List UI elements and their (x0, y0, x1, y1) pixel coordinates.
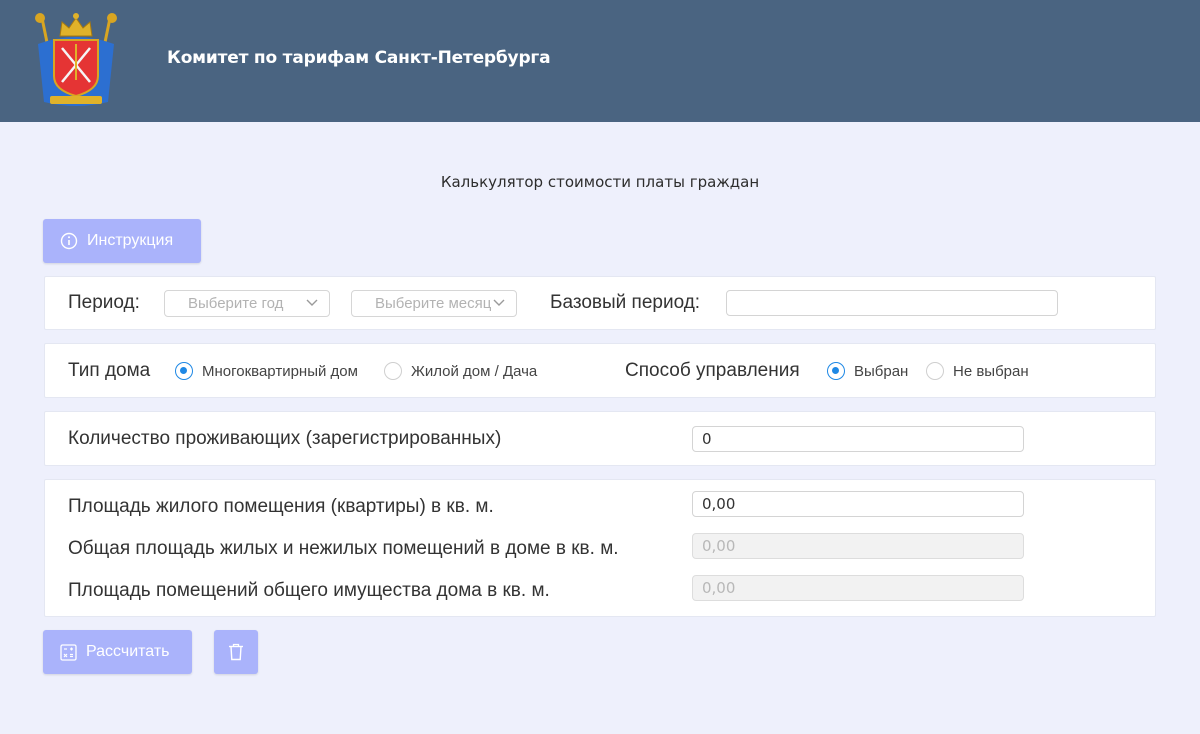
calculate-button[interactable]: Рассчитать (43, 630, 192, 674)
residents-label: Количество проживающих (зарегистрированн… (68, 428, 502, 449)
chevron-down-icon (493, 299, 505, 306)
period-label: Период: (68, 292, 140, 313)
calculator-icon (60, 643, 77, 661)
total-area-label: Общая площадь жилых и нежилых помещений … (68, 538, 619, 559)
site-title: Комитет по тарифам Санкт-Петербурга (167, 48, 551, 68)
period-section: Период: Выберите год Выберите месяц Базо… (44, 276, 1156, 330)
radio-management-selected-label: Выбран (854, 363, 909, 380)
common-area-field: 0,00 (692, 575, 1024, 601)
base-period-field[interactable] (726, 290, 1058, 316)
radio-management-not-selected[interactable] (926, 362, 944, 380)
residents-section: Количество проживающих (зарегистрированн… (44, 411, 1156, 466)
info-icon (60, 232, 78, 250)
clear-button[interactable] (214, 630, 258, 674)
area-section: Площадь жилого помещения (квартиры) в кв… (44, 479, 1156, 617)
radio-apartment-building[interactable] (175, 362, 193, 380)
month-select-placeholder: Выберите месяц (375, 295, 492, 312)
instruction-button-label: Инструкция (87, 232, 174, 249)
trash-icon (229, 643, 243, 661)
residents-field[interactable]: 0 (692, 426, 1024, 452)
month-select[interactable]: Выберите месяц (351, 290, 517, 317)
total-area-field: 0,00 (692, 533, 1024, 559)
living-area-label: Площадь жилого помещения (квартиры) в кв… (68, 496, 494, 517)
header-bar: Комитет по тарифам Санкт-Петербурга (0, 0, 1200, 122)
chevron-down-icon (306, 299, 318, 306)
radio-private-house[interactable] (384, 362, 402, 380)
calculate-button-label: Рассчитать (86, 643, 170, 660)
radio-management-not-selected-label: Не выбран (953, 363, 1029, 380)
common-area-label: Площадь помещений общего имущества дома … (68, 580, 550, 601)
instruction-button[interactable]: Инструкция (43, 219, 201, 263)
radio-management-selected[interactable] (827, 362, 845, 380)
year-select[interactable]: Выберите год (164, 290, 330, 317)
year-select-placeholder: Выберите год (188, 295, 284, 312)
house-type-section: Тип дома Многоквартирный дом Жилой дом /… (44, 343, 1156, 398)
living-area-field[interactable]: 0,00 (692, 491, 1024, 517)
radio-private-house-label: Жилой дом / Дача (411, 363, 538, 380)
house-type-label: Тип дома (68, 360, 151, 381)
coat-of-arms-icon (35, 13, 117, 106)
page-title: Калькулятор стоимости платы граждан (440, 173, 760, 191)
radio-apartment-building-label: Многоквартирный дом (202, 363, 358, 380)
management-label: Способ управления (625, 360, 800, 381)
base-period-label: Базовый период: (550, 292, 701, 313)
